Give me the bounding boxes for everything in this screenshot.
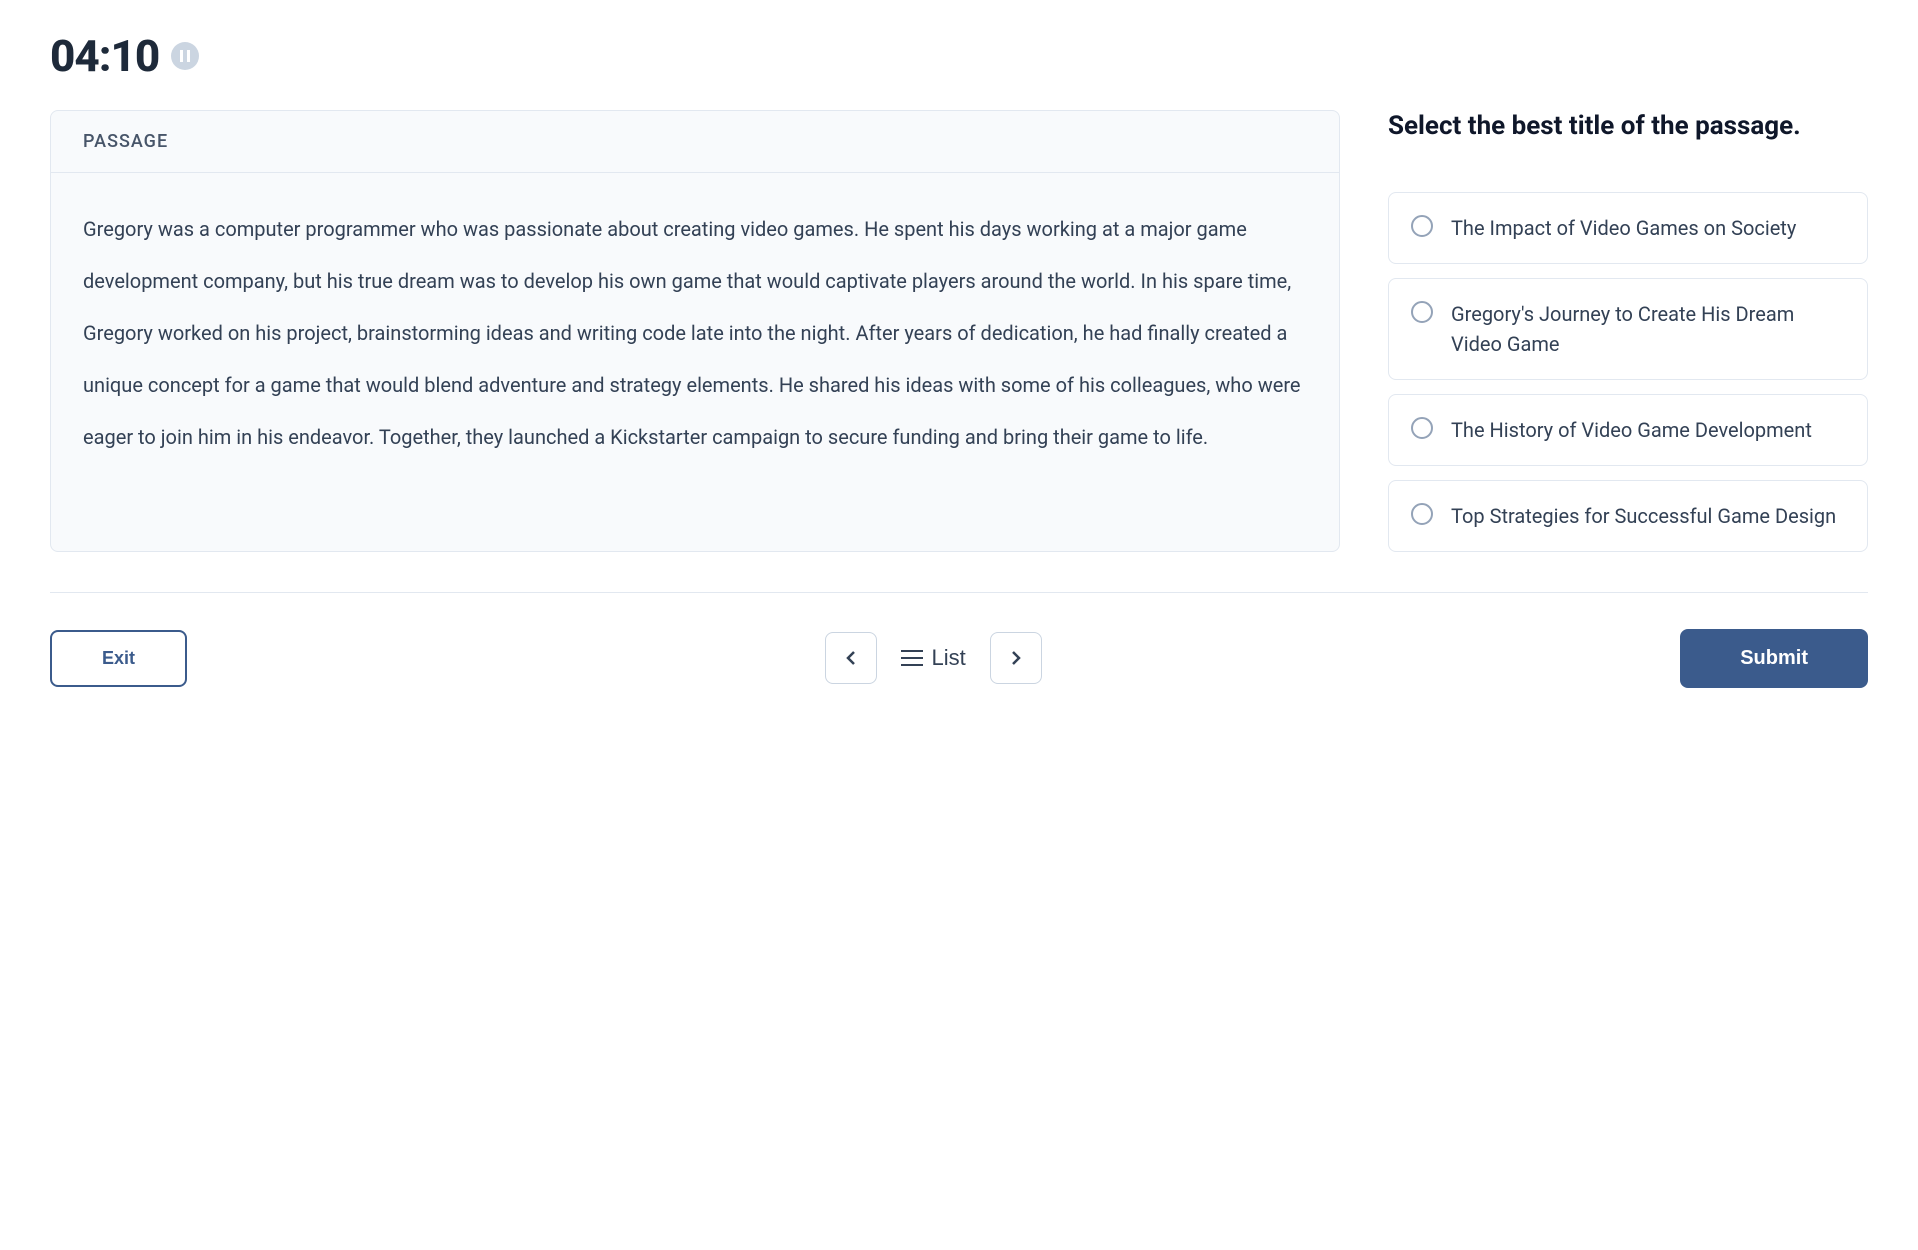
option-label: The Impact of Video Games on Society	[1451, 213, 1796, 243]
divider	[50, 592, 1868, 593]
option-label: Gregory's Journey to Create His Dream Vi…	[1451, 299, 1845, 359]
option-1[interactable]: Gregory's Journey to Create His Dream Vi…	[1388, 278, 1868, 380]
options-list: The Impact of Video Games on Society Gre…	[1388, 192, 1868, 552]
question-prompt: Select the best title of the passage.	[1388, 110, 1868, 144]
pause-button[interactable]	[171, 42, 199, 70]
list-label: List	[931, 645, 965, 671]
exit-button[interactable]: Exit	[50, 630, 187, 687]
radio-icon	[1411, 417, 1433, 439]
radio-icon	[1411, 215, 1433, 237]
timer-display: 04:10	[50, 30, 159, 82]
list-icon	[901, 649, 923, 667]
option-label: Top Strategies for Successful Game Desig…	[1451, 501, 1836, 531]
option-3[interactable]: Top Strategies for Successful Game Desig…	[1388, 480, 1868, 552]
radio-icon	[1411, 301, 1433, 323]
option-0[interactable]: The Impact of Video Games on Society	[1388, 192, 1868, 264]
option-label: The History of Video Game Development	[1451, 415, 1812, 445]
chevron-left-icon	[843, 650, 859, 666]
nav-group: List	[825, 632, 1041, 684]
radio-icon	[1411, 503, 1433, 525]
question-panel: Select the best title of the passage. Th…	[1388, 110, 1868, 552]
submit-button[interactable]: Submit	[1680, 629, 1868, 688]
prev-button[interactable]	[825, 632, 877, 684]
chevron-right-icon	[1008, 650, 1024, 666]
option-2[interactable]: The History of Video Game Development	[1388, 394, 1868, 466]
next-button[interactable]	[990, 632, 1042, 684]
pause-icon	[180, 50, 190, 62]
list-button[interactable]: List	[895, 637, 971, 679]
passage-panel: PASSAGE Gregory was a computer programme…	[50, 110, 1340, 552]
passage-body: Gregory was a computer programmer who wa…	[51, 173, 1339, 493]
passage-header: PASSAGE	[51, 111, 1339, 173]
